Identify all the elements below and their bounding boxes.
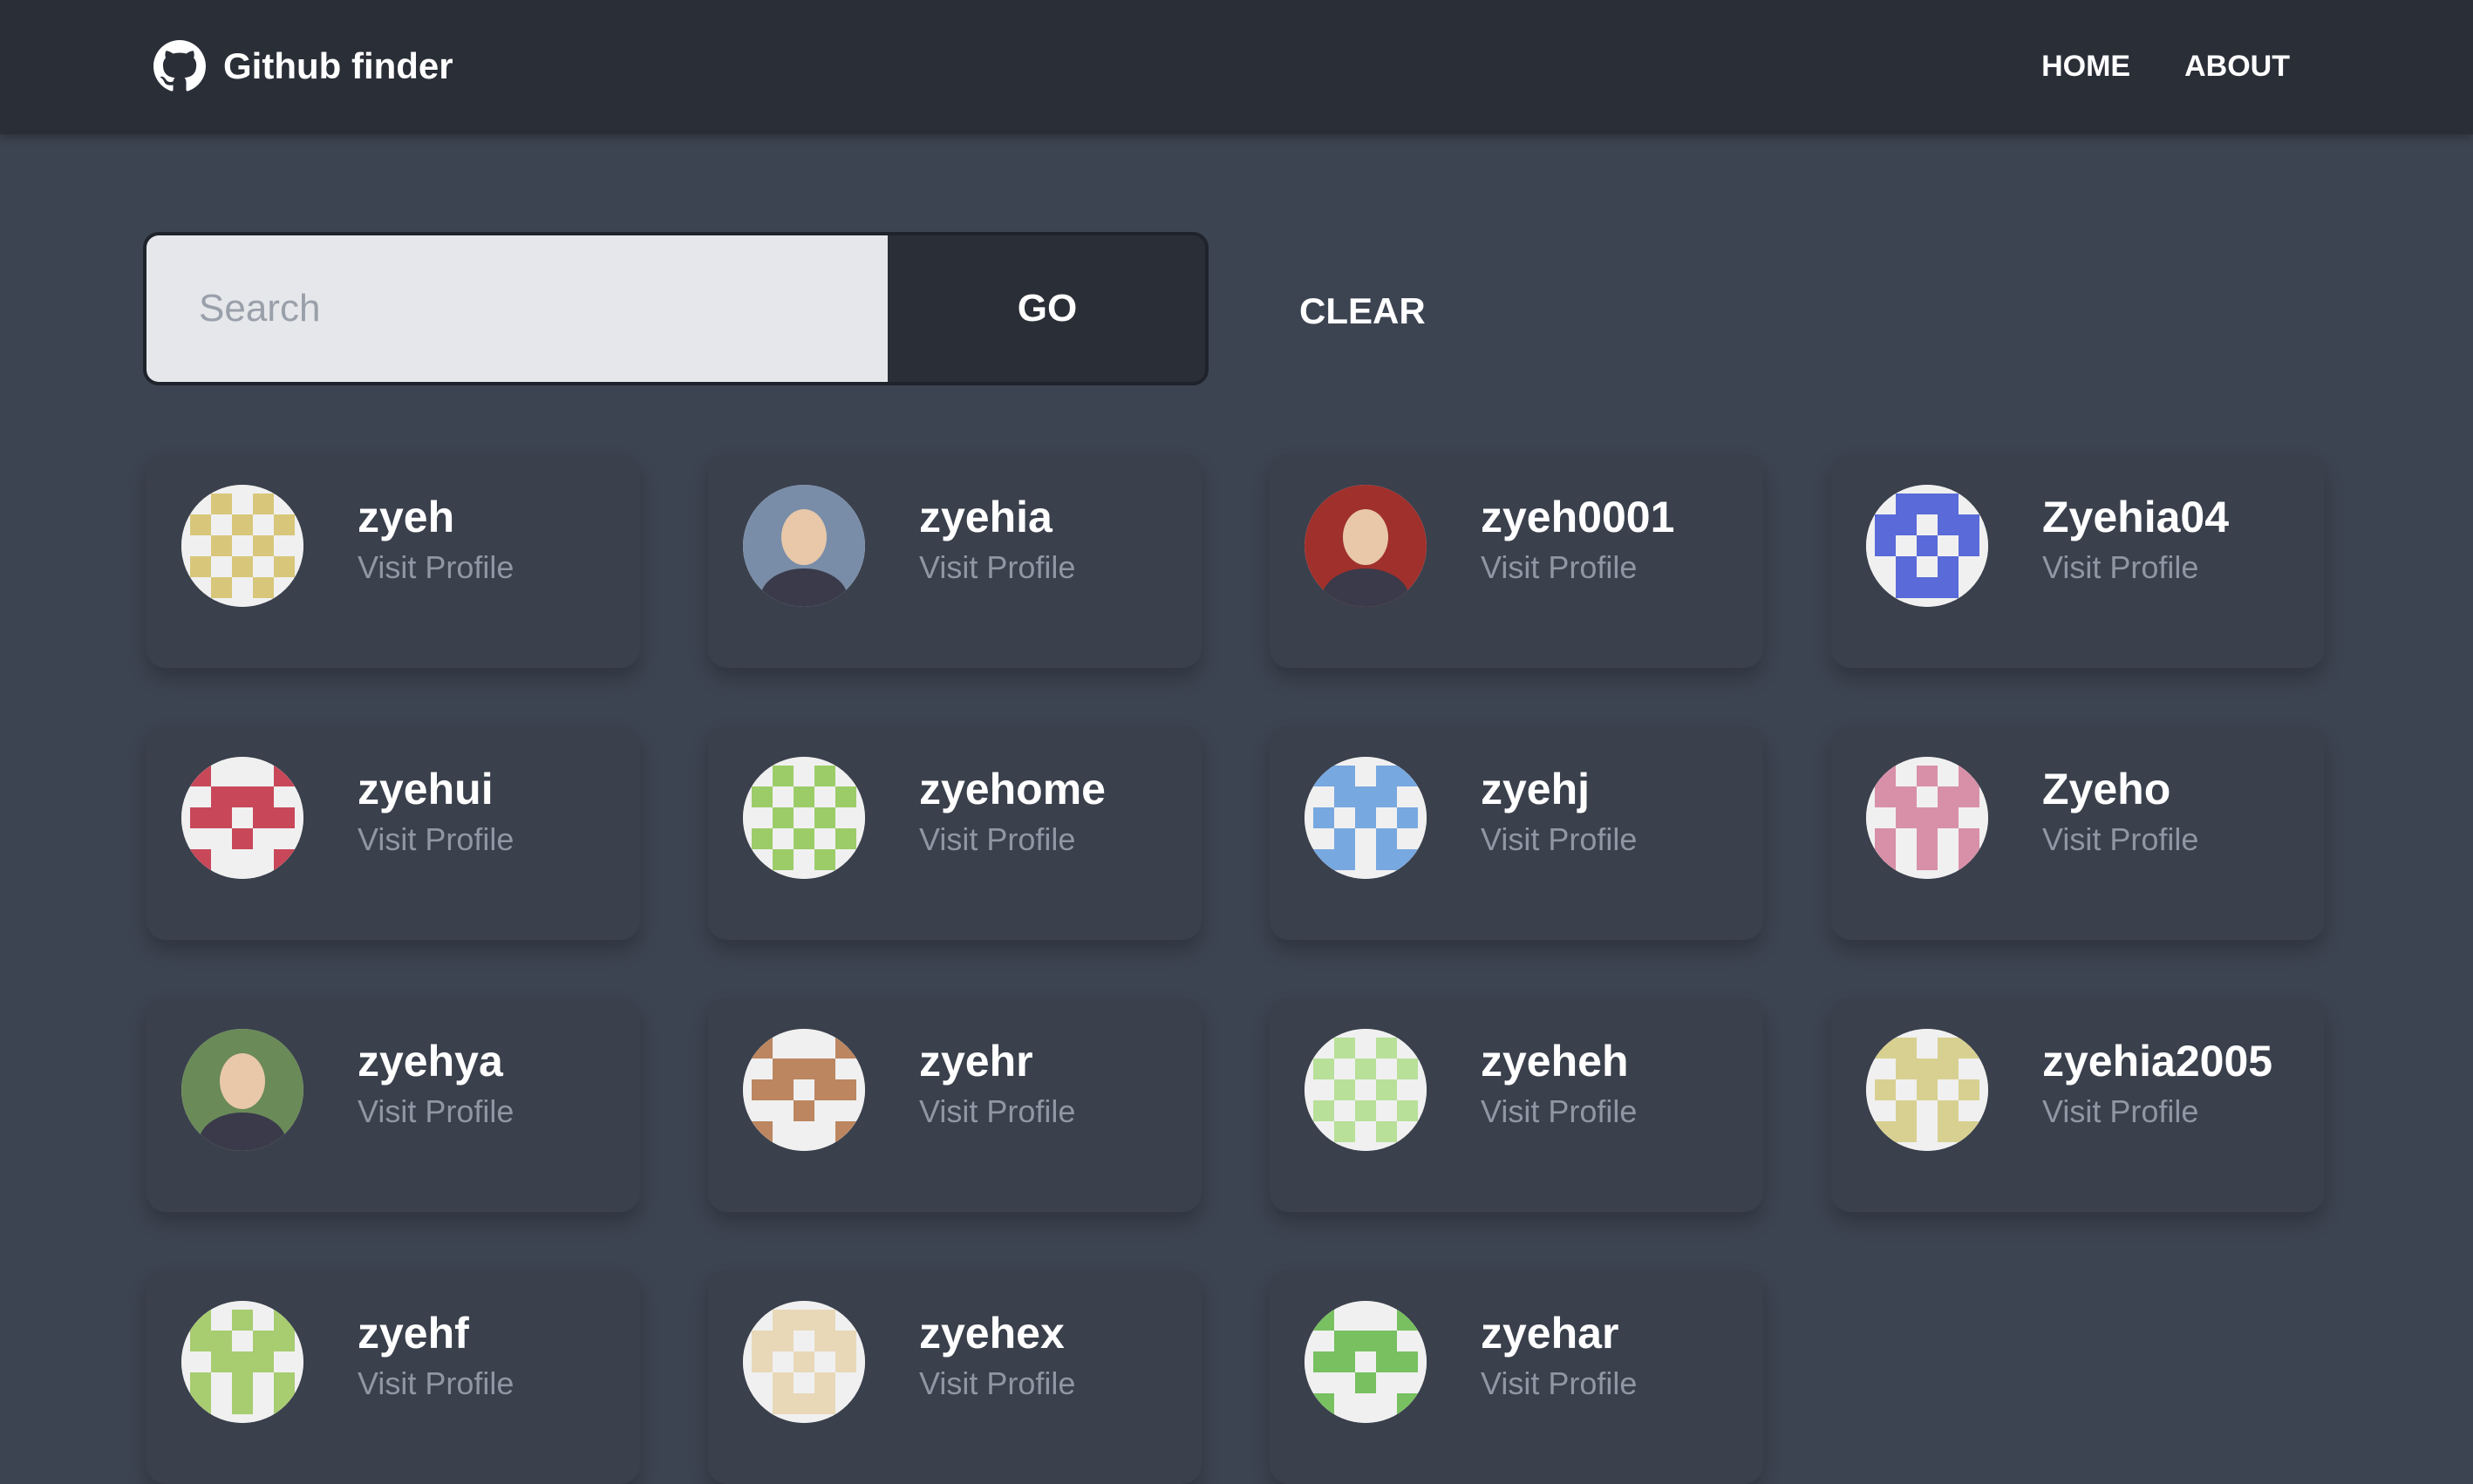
user-avatar	[1866, 485, 1988, 607]
search-input[interactable]	[146, 235, 889, 382]
user-avatar	[1866, 1029, 1988, 1151]
brand[interactable]: Github finder	[153, 38, 453, 94]
user-grid: zyeh Visit Profile zyehia Visit Profile zyeh…	[146, 453, 2327, 1484]
nav-about-link[interactable]: ABOUT	[2184, 44, 2290, 89]
visit-profile-link[interactable]: Visit Profile	[2042, 1093, 2198, 1130]
user-avatar	[1866, 757, 1988, 879]
user-avatar	[743, 1029, 865, 1151]
user-avatar	[1305, 1029, 1427, 1151]
user-card[interactable]: zyehia Visit Profile	[708, 453, 1202, 668]
nav-links: HOME ABOUT	[2041, 44, 2290, 89]
visit-profile-link[interactable]: Visit Profile	[1481, 1365, 1637, 1402]
username: zyehj	[1481, 765, 1591, 813]
user-card[interactable]: zyeheh Visit Profile	[1270, 997, 1763, 1212]
visit-profile-link[interactable]: Visit Profile	[919, 1093, 1075, 1130]
visit-profile-link[interactable]: Visit Profile	[1481, 549, 1637, 586]
visit-profile-link[interactable]: Visit Profile	[358, 549, 514, 586]
username: zyeh0001	[1481, 493, 1675, 541]
user-avatar	[181, 485, 303, 607]
user-avatar	[181, 1029, 303, 1151]
app-title: Github finder	[223, 45, 453, 86]
user-card[interactable]: zyehf Visit Profile	[146, 1270, 640, 1484]
username: zyehome	[919, 765, 1106, 813]
visit-profile-link[interactable]: Visit Profile	[1481, 821, 1637, 858]
visit-profile-link[interactable]: Visit Profile	[919, 549, 1075, 586]
user-avatar	[743, 485, 865, 607]
username: zyeh	[358, 493, 455, 541]
username: Zyeho	[2042, 765, 2171, 813]
user-card[interactable]: zyehome Visit Profile	[708, 725, 1202, 940]
user-avatar	[743, 1301, 865, 1423]
nav-home-link[interactable]: HOME	[2041, 44, 2130, 89]
user-card[interactable]: zyehj Visit Profile	[1270, 725, 1763, 940]
visit-profile-link[interactable]: Visit Profile	[358, 1365, 514, 1402]
go-button[interactable]: GO	[889, 235, 1205, 382]
user-avatar	[1305, 1301, 1427, 1423]
username: zyehya	[358, 1037, 503, 1086]
user-card[interactable]: zyehar Visit Profile	[1270, 1270, 1763, 1484]
visit-profile-link[interactable]: Visit Profile	[919, 821, 1075, 858]
github-icon	[153, 40, 206, 92]
user-avatar	[181, 757, 303, 879]
username: zyehf	[358, 1309, 469, 1358]
user-card[interactable]: zyeh Visit Profile	[146, 453, 640, 668]
user-card[interactable]: Zyeho Visit Profile	[1831, 725, 2325, 940]
user-avatar	[181, 1301, 303, 1423]
user-card[interactable]: zyeh0001 Visit Profile	[1270, 453, 1763, 668]
visit-profile-link[interactable]: Visit Profile	[358, 1093, 514, 1130]
user-avatar	[1305, 485, 1427, 607]
username: Zyehia04	[2042, 493, 2230, 541]
visit-profile-link[interactable]: Visit Profile	[919, 1365, 1075, 1402]
user-card[interactable]: Zyehia04 Visit Profile	[1831, 453, 2325, 668]
visit-profile-link[interactable]: Visit Profile	[358, 821, 514, 858]
username: zyehui	[358, 765, 494, 813]
username: zyehr	[919, 1037, 1033, 1086]
user-card[interactable]: zyehr Visit Profile	[708, 997, 1202, 1212]
user-avatar	[743, 757, 865, 879]
user-card[interactable]: zyehya Visit Profile	[146, 997, 640, 1212]
visit-profile-link[interactable]: Visit Profile	[2042, 821, 2198, 858]
search-form: GO	[143, 232, 1209, 385]
user-card[interactable]: zyehui Visit Profile	[146, 725, 640, 940]
clear-button[interactable]: CLEAR	[1299, 283, 1426, 340]
username: zyehia	[919, 493, 1053, 541]
user-card[interactable]: zyehex Visit Profile	[708, 1270, 1202, 1484]
username: zyehia2005	[2042, 1037, 2273, 1086]
username: zyehex	[919, 1309, 1065, 1358]
user-card[interactable]: zyehia2005 Visit Profile	[1831, 997, 2325, 1212]
user-avatar	[1305, 757, 1427, 879]
username: zyehar	[1481, 1309, 1619, 1358]
visit-profile-link[interactable]: Visit Profile	[2042, 549, 2198, 586]
username: zyeheh	[1481, 1037, 1629, 1086]
visit-profile-link[interactable]: Visit Profile	[1481, 1093, 1637, 1130]
navbar: Github finder HOME ABOUT	[0, 0, 2473, 134]
